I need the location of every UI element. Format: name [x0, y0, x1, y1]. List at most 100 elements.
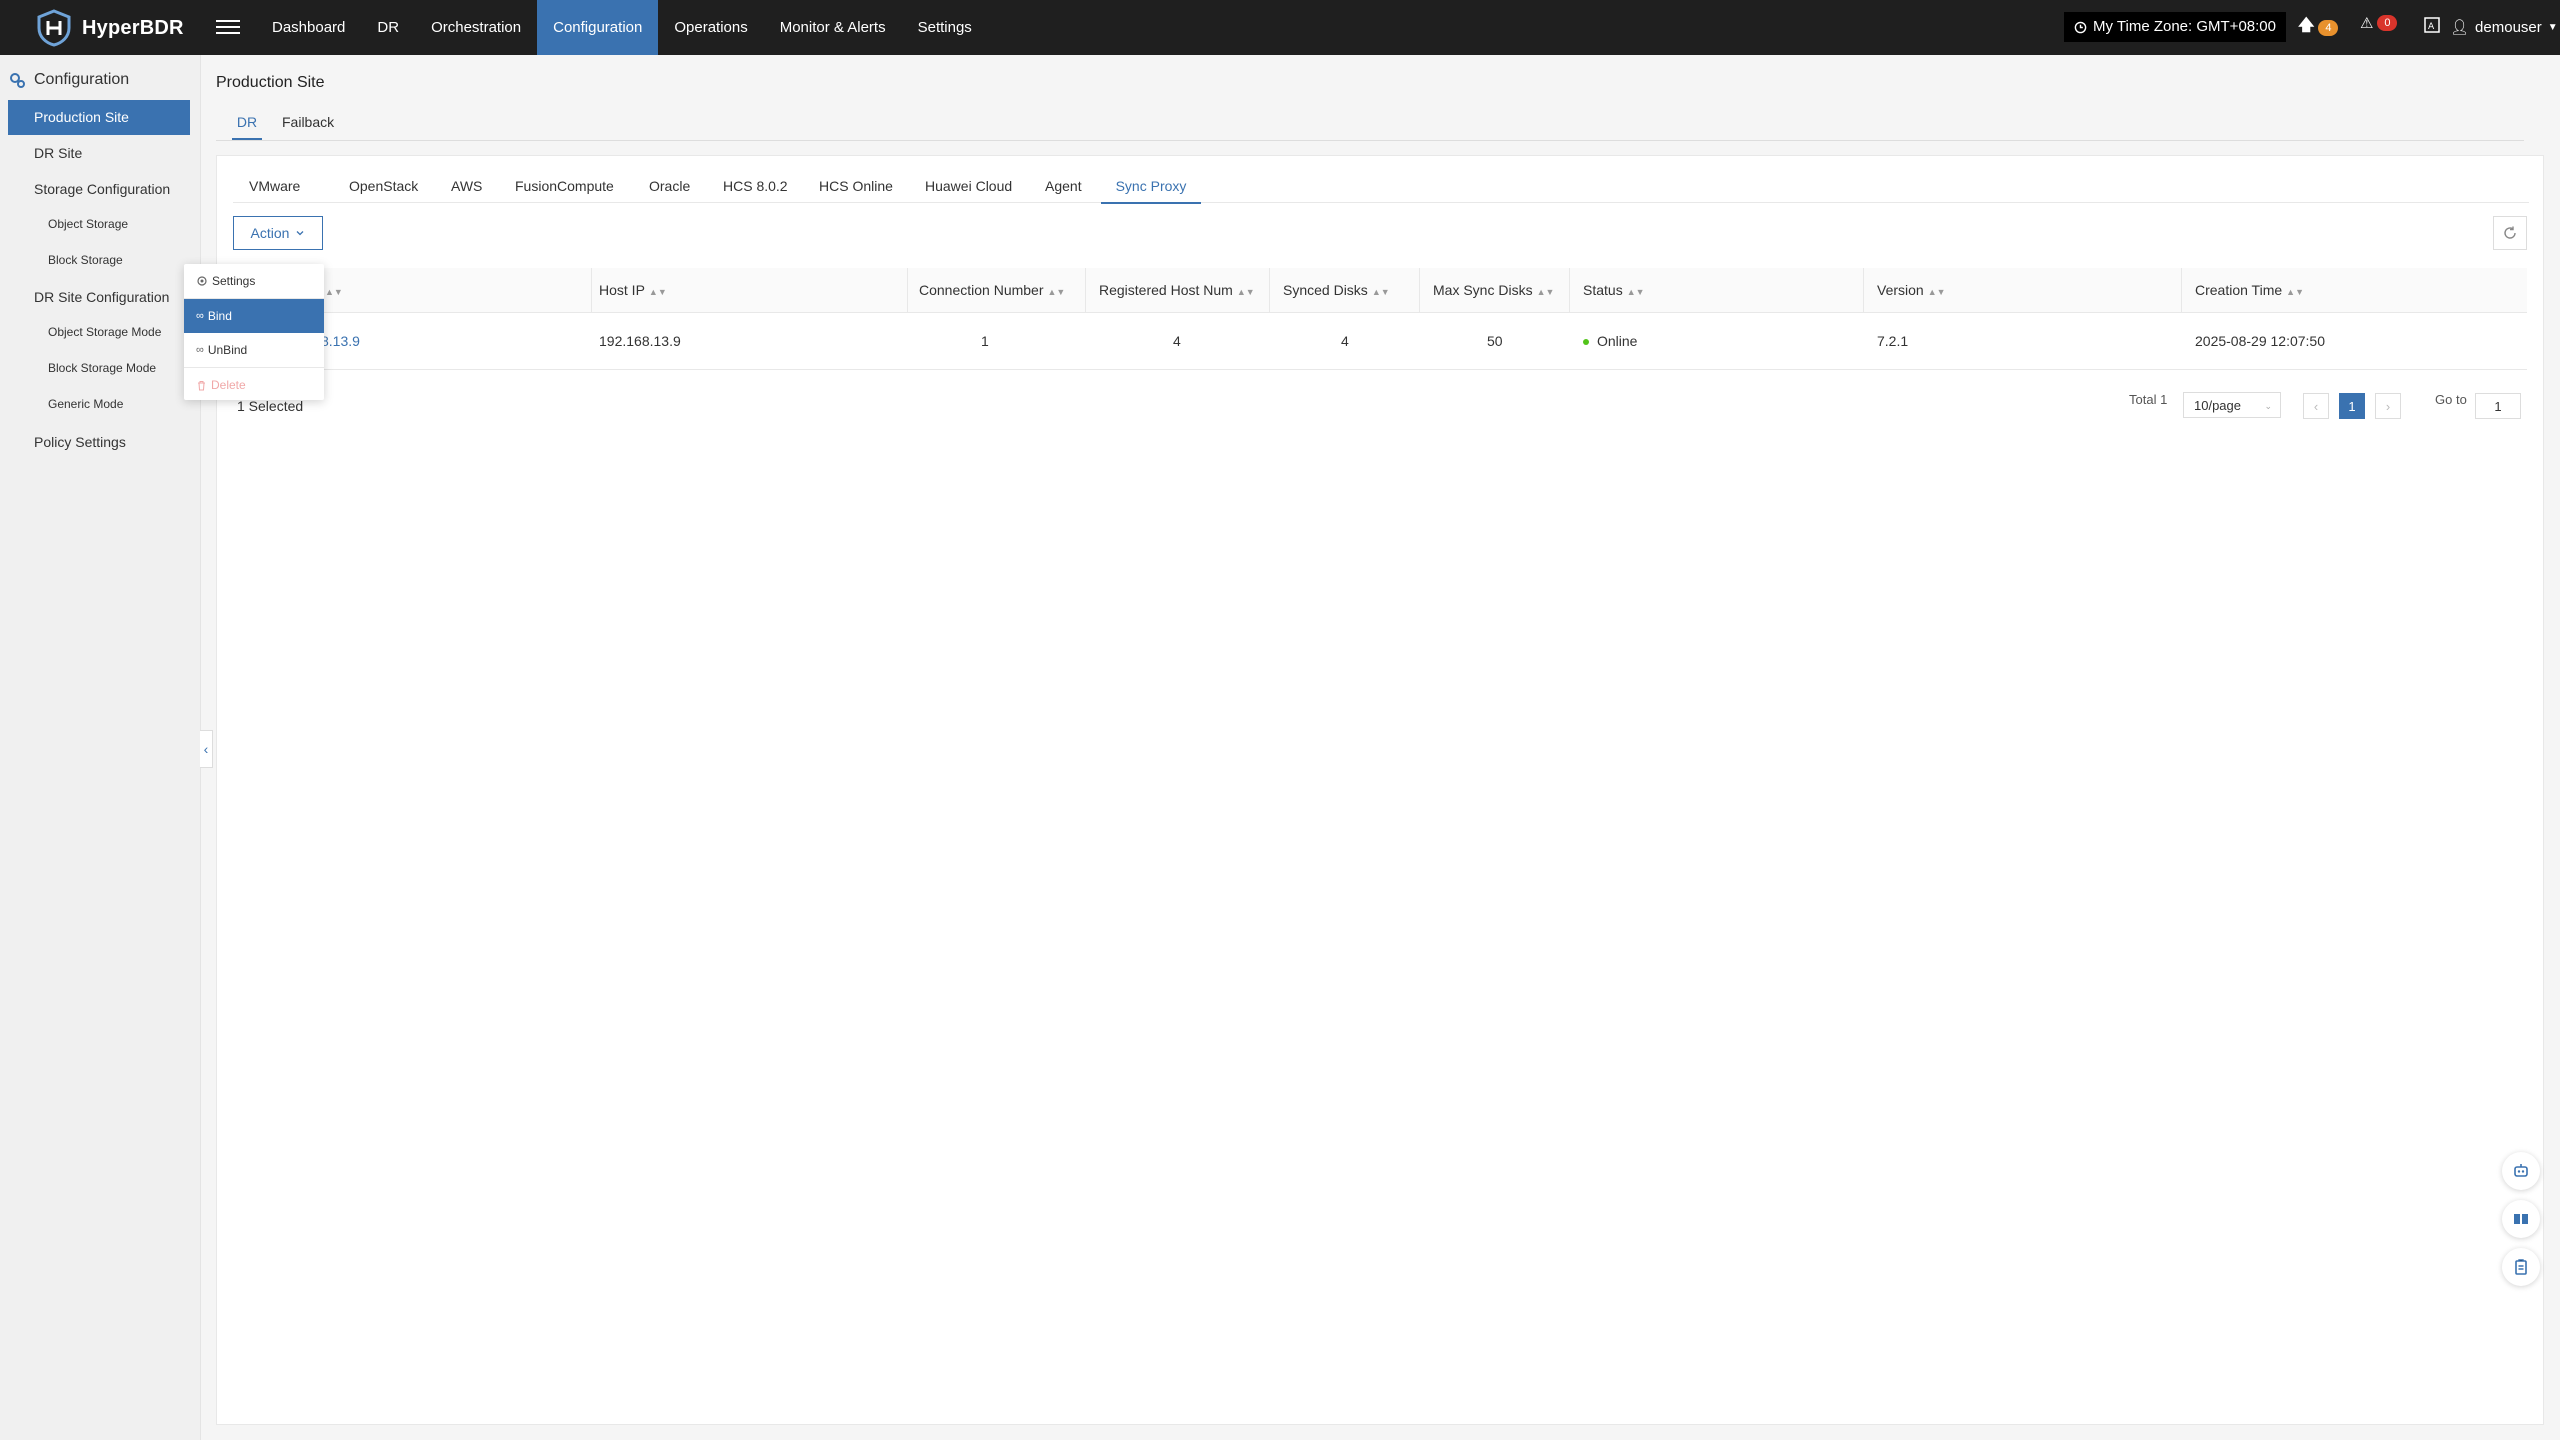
menu-item-delete[interactable]: Delete [184, 368, 324, 402]
tab-agent[interactable]: Agent [1045, 178, 1082, 202]
goto-page-input[interactable]: 1 [2475, 393, 2521, 419]
column-registered-host-num[interactable]: Registered Host Num ▲▼ [1091, 268, 1255, 312]
column-divider [1085, 268, 1086, 312]
sidebar-item-storage-configuration[interactable]: Storage Configuration [34, 181, 170, 197]
shield-logo-icon [37, 9, 71, 47]
page-title: Production Site [216, 74, 325, 91]
sort-icon: ▲▼ [648, 287, 667, 297]
column-divider [1863, 268, 1864, 312]
sync-proxy-table: ▲▼ Host IP ▲▼ Connection Number ▲▼ Registe… [233, 268, 2527, 370]
sort-icon: ▲▼ [1927, 287, 1946, 297]
nav-settings[interactable]: Settings [902, 0, 988, 55]
tab-dr[interactable]: DR [232, 114, 262, 140]
platform-tabs: VMware OpenStack AWS FusionCompute Oracl… [233, 170, 2529, 204]
column-version[interactable]: Version ▲▼ [1869, 268, 1946, 312]
upload-notifications[interactable]: 🡅 4 [2298, 14, 2339, 41]
refresh-icon [2504, 226, 2516, 239]
sort-icon: ▲▼ [1371, 287, 1390, 297]
menu-item-settings[interactable]: Settings [184, 264, 324, 298]
alert-notifications[interactable]: ⚠ 0 [2360, 14, 2398, 32]
cell-registered-host-num: 4 [1173, 333, 1181, 349]
table-row[interactable]: 8.13.9 192.168.13.9 1 4 4 50 Online 7.2.… [233, 313, 2527, 370]
total-count: Total 1 [2129, 392, 2168, 407]
tab-hcs-802[interactable]: HCS 8.0.2 [723, 178, 788, 202]
status-online-dot [1583, 339, 1589, 346]
chat-assistant-button[interactable] [2502, 1152, 2540, 1190]
robot-icon [2514, 1164, 2528, 1177]
nav-orchestration[interactable]: Orchestration [415, 0, 537, 55]
tab-aws[interactable]: AWS [451, 178, 482, 202]
column-max-sync-disks[interactable]: Max Sync Disks ▲▼ [1425, 268, 1554, 312]
user-menu[interactable]: 👤︎ demouser ▼ [2450, 0, 2558, 55]
sidebar-item-dr-site[interactable]: DR Site [34, 145, 82, 161]
column-host-ip[interactable]: Host IP ▲▼ [591, 268, 667, 312]
alert-count-badge: 0 [2377, 15, 2398, 31]
tab-sync-proxy[interactable]: Sync Proxy [1101, 178, 1201, 204]
column-synced-disks[interactable]: Synced Disks ▲▼ [1275, 268, 1390, 312]
sidebar-item-generic-mode[interactable]: Generic Mode [48, 397, 123, 411]
refresh-button[interactable] [2493, 216, 2527, 250]
menu-item-bind[interactable]: ∞ Bind [184, 299, 324, 333]
cell-version: 7.2.1 [1877, 333, 1909, 349]
clipboard-icon [2515, 1259, 2527, 1275]
unlink-icon: ∞ [196, 344, 204, 356]
sidebar-item-block-storage[interactable]: Block Storage [48, 253, 123, 267]
cell-synced-disks: 4 [1341, 333, 1349, 349]
user-icon: 👤︎ [2450, 19, 2470, 36]
tab-hcs-online[interactable]: HCS Online [819, 178, 893, 202]
tab-openstack[interactable]: OpenStack [349, 178, 418, 202]
sidebar-item-dr-site-configuration[interactable]: DR Site Configuration [34, 289, 169, 305]
cell-connection-number: 1 [981, 333, 989, 349]
nav-dashboard[interactable]: Dashboard [256, 0, 361, 55]
sidebar-collapse-button[interactable]: ‹ [200, 730, 213, 768]
cell-status: Online [1583, 313, 1637, 369]
column-divider [1269, 268, 1270, 312]
documentation-button[interactable] [2502, 1200, 2540, 1238]
tab-failback[interactable]: Failback [282, 114, 334, 138]
page-size-select[interactable]: 10/page ⌄ [2183, 392, 2281, 418]
top-bar: HyperBDR Dashboard DR Orchestration Conf… [0, 0, 2560, 55]
prev-page-button[interactable]: ‹ [2303, 393, 2329, 419]
action-button[interactable]: Action [233, 216, 323, 250]
column-divider [1419, 268, 1420, 312]
sort-icon: ▲▼ [325, 287, 343, 297]
tab-oracle[interactable]: Oracle [649, 178, 690, 202]
next-page-button[interactable]: › [2375, 393, 2401, 419]
link-icon: ∞ [196, 310, 204, 322]
nav-monitor-alerts[interactable]: Monitor & Alerts [764, 0, 902, 55]
clock-icon [2074, 21, 2087, 33]
sidebar-item-object-storage-mode[interactable]: Object Storage Mode [48, 325, 161, 339]
sidebar-item-block-storage-mode[interactable]: Block Storage Mode [48, 361, 156, 375]
page-1-button[interactable]: 1 [2339, 393, 2365, 419]
trash-icon [198, 380, 205, 390]
tab-fusioncompute[interactable]: FusionCompute [515, 178, 614, 202]
sort-icon: ▲▼ [1047, 287, 1066, 297]
timezone-button[interactable]: My Time Zone: GMT+08:00 [2064, 12, 2286, 42]
upload-arrow-icon: 🡅 [2298, 17, 2315, 34]
sort-icon: ▲▼ [1626, 287, 1645, 297]
sidebar-header: Configuration [8, 71, 129, 89]
app-logo[interactable]: HyperBDR [36, 8, 184, 48]
nav-configuration[interactable]: Configuration [537, 0, 659, 55]
language-icon[interactable]: A [2424, 17, 2440, 33]
sort-icon: ▲▼ [2286, 287, 2304, 297]
sidebar: Configuration Production Site DR Site St… [0, 55, 201, 1440]
column-connection-number[interactable]: Connection Number ▲▼ [911, 268, 1065, 312]
tab-huawei-cloud[interactable]: Huawei Cloud [925, 178, 1012, 202]
sidebar-item-object-storage[interactable]: Object Storage [48, 217, 128, 231]
menu-toggle-icon[interactable] [216, 16, 240, 40]
nav-dr[interactable]: DR [361, 0, 415, 55]
svg-text:A: A [2428, 22, 2435, 32]
nav-operations[interactable]: Operations [658, 0, 763, 55]
proxy-name-link[interactable]: 8.13.9 [321, 313, 360, 369]
app-name: HyperBDR [82, 16, 184, 39]
sidebar-item-production-site[interactable]: Production Site [8, 100, 190, 135]
sidebar-item-policy-settings[interactable]: Policy Settings [34, 434, 126, 450]
goto-label: Go to [2435, 392, 2467, 407]
tab-vmware[interactable]: VMware [249, 178, 300, 202]
clipboard-button[interactable] [2502, 1248, 2540, 1286]
menu-item-unbind[interactable]: ∞ UnBind [184, 333, 324, 367]
content-card: VMware OpenStack AWS FusionCompute Oracl… [216, 155, 2544, 1425]
column-creation-time[interactable]: Creation Time ▲▼ [2187, 268, 2304, 312]
column-status[interactable]: Status ▲▼ [1575, 268, 1645, 312]
